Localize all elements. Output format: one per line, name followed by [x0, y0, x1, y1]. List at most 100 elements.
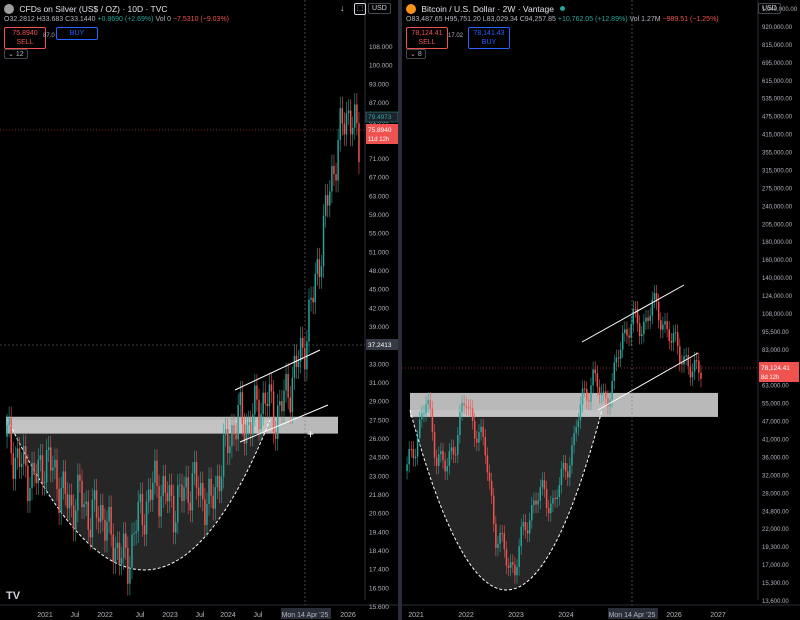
y-tick-label: 24.500: [369, 455, 389, 462]
candle: [550, 503, 552, 514]
bitcoin-buy-button[interactable]: 78,141.43 BUY: [468, 27, 510, 49]
candle: [560, 468, 563, 486]
candle: [469, 407, 472, 409]
candle: [512, 562, 514, 565]
bitcoin-sell-button[interactable]: 78,124.41 SELL: [406, 27, 448, 49]
candle: [537, 500, 539, 505]
candle: [50, 447, 52, 471]
candle: [588, 400, 590, 402]
candle: [81, 480, 83, 508]
candle: [293, 355, 296, 379]
y-tick-label: 33.000: [369, 361, 389, 368]
candle: [331, 165, 333, 192]
y-tick-label: 48.000: [369, 268, 389, 275]
y-tick-label: 18.400: [369, 548, 389, 555]
silver-buy-button[interactable]: BUY: [56, 27, 98, 40]
candle: [208, 478, 210, 504]
candle: [558, 485, 561, 498]
candle: [564, 463, 567, 472]
y-tick-label: 108.000: [369, 44, 393, 51]
candle: [283, 390, 285, 412]
candle: [433, 432, 436, 458]
candle: [177, 485, 179, 523]
candle: [229, 446, 231, 454]
candle: [262, 392, 264, 414]
candle: [670, 341, 673, 343]
candle: [210, 478, 212, 496]
silver-chart-pane[interactable]: 108.000100.00093.00087.00081.00075.00071…: [0, 0, 398, 620]
candle: [127, 547, 129, 584]
candle: [412, 449, 415, 459]
candle: [6, 425, 8, 437]
candle: [440, 450, 442, 455]
candle: [507, 565, 510, 568]
candle: [598, 387, 601, 396]
y-tick-label: 22,000.00: [762, 527, 789, 533]
bitcoin-chart-header: Bitcoin / U.S. Dollar · 2W · Vantage: [406, 3, 566, 14]
candle: [406, 464, 408, 471]
candle: [566, 471, 569, 478]
y-tick-label: 16.500: [369, 585, 389, 592]
candle: [524, 522, 527, 531]
candle: [687, 355, 690, 367]
candle: [533, 500, 535, 506]
candle: [131, 534, 133, 568]
candle: [137, 501, 139, 532]
candle: [571, 445, 573, 466]
candle: [495, 523, 497, 548]
candle: [18, 448, 21, 467]
bitcoin-title: Bitcoin / U.S. Dollar · 2W · Vantage: [421, 3, 554, 14]
y-tick-label: 124,000.00: [762, 294, 793, 300]
bitcoin-chart-canvas[interactable]: 1,040,000.00920,000.00815,000.00695,000.…: [402, 0, 800, 620]
silver-chart-header: CFDs on Silver (US$ / OZ) · 10D · TVC: [4, 3, 168, 14]
crosshair-cursor-icon: +: [307, 427, 314, 441]
x-tick-label: 2027: [710, 612, 726, 619]
y-tick-label: 415,000.00: [762, 133, 793, 139]
download-icon[interactable]: ↓: [340, 3, 345, 13]
candle: [611, 380, 613, 400]
candle: [435, 457, 438, 466]
bitcoin-chart-pane[interactable]: 1,040,000.00 920,000.00 815,000.00 695,000.…: [402, 0, 800, 620]
candle: [592, 369, 594, 386]
candle: [156, 460, 158, 486]
silver-indicators-toggle[interactable]: ⌄ 12: [4, 49, 28, 59]
bitcoin-currency[interactable]: USD: [758, 3, 781, 14]
candle: [135, 531, 137, 534]
candle: [224, 429, 227, 435]
candle: [35, 474, 37, 484]
candle: [304, 347, 306, 370]
candle: [241, 392, 244, 424]
candle: [249, 422, 252, 435]
candle: [202, 482, 204, 500]
candle: [106, 521, 108, 541]
candle: [693, 360, 696, 372]
candle: [252, 414, 254, 435]
silver-currency[interactable]: USD: [368, 3, 391, 14]
candle: [310, 297, 312, 300]
candle: [112, 534, 114, 563]
candle: [624, 329, 626, 334]
candle: [657, 301, 660, 321]
candle: [220, 476, 223, 492]
candle: [320, 266, 323, 278]
x-tick-label: 2026: [666, 612, 682, 619]
candle: [497, 543, 499, 548]
bitcoin-indicators-toggle[interactable]: ⌄ 8: [406, 49, 426, 59]
candle: [268, 384, 271, 407]
expand-icon[interactable]: ⬚: [354, 3, 366, 15]
candle: [505, 549, 508, 566]
silver-chart-canvas[interactable]: 108.000100.00093.00087.00081.00075.00071…: [0, 0, 398, 620]
candle: [260, 413, 262, 430]
candle: [289, 397, 291, 413]
y-tick-label: 36,000.00: [762, 455, 789, 461]
candle: [160, 496, 162, 517]
candle: [308, 299, 310, 342]
candle: [52, 467, 54, 471]
candle: [287, 373, 289, 398]
tradingview-logo: TV: [6, 590, 21, 602]
candle: [264, 392, 266, 404]
candle: [172, 495, 175, 533]
candle: [227, 429, 229, 454]
silver-sell-button[interactable]: 75.8940 SELL: [4, 27, 46, 49]
candle: [324, 195, 327, 216]
